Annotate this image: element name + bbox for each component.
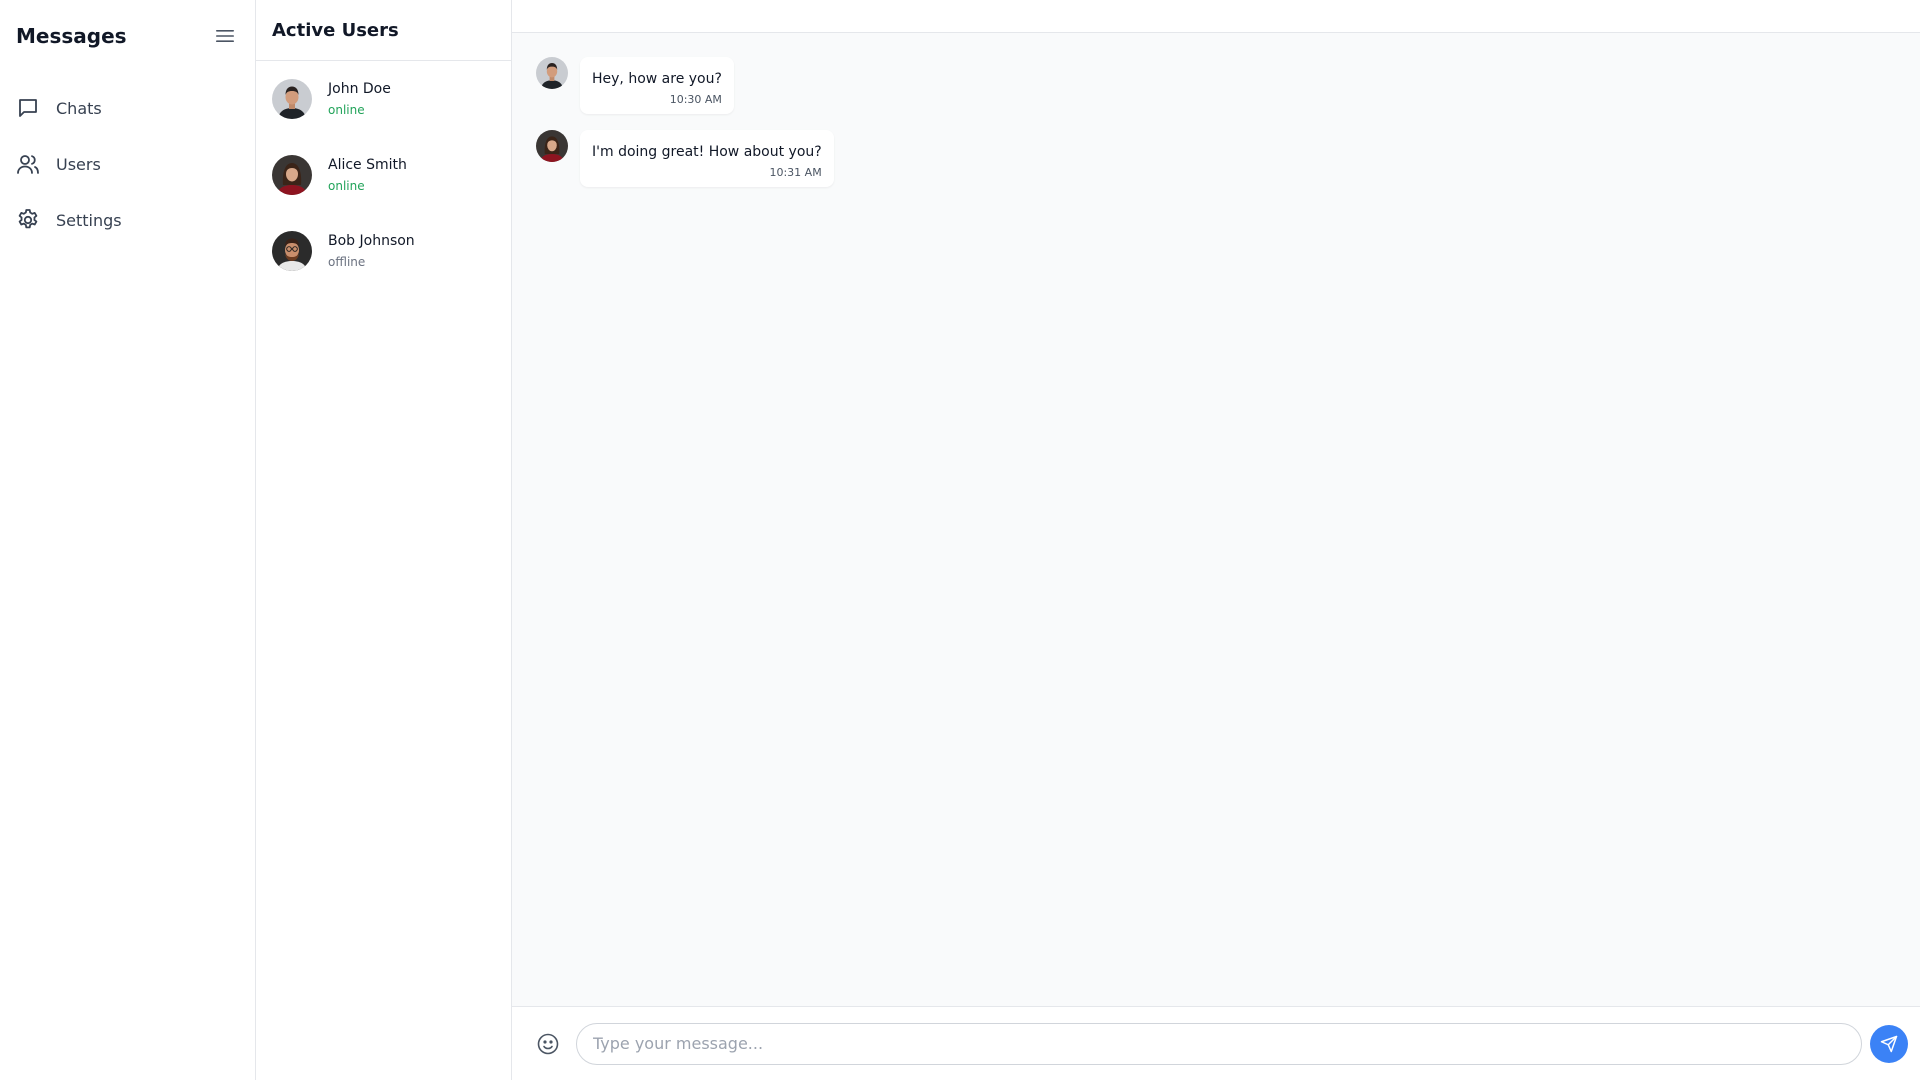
app-root: Messages Chats Users Settings Active Use… (0, 0, 1920, 1080)
avatar (272, 155, 312, 195)
send-button[interactable] (1870, 1024, 1908, 1063)
avatar (536, 130, 568, 162)
user-list-item[interactable]: John Doe online (256, 61, 511, 137)
message-item: I'm doing great! How about you? 10:31 AM (536, 130, 1896, 187)
sidebar-header: Messages (0, 0, 255, 72)
message-text: I'm doing great! How about you? (592, 144, 822, 160)
send-icon (1880, 1035, 1898, 1052)
sidebar-item-label: Users (56, 154, 101, 174)
sidebar-item-label: Settings (56, 210, 122, 230)
sidebar-item-label: Chats (56, 98, 102, 118)
user-status: online (328, 103, 365, 117)
sidebar: Messages Chats Users Settings (0, 0, 256, 1080)
sidebar-nav: Chats Users Settings (0, 72, 255, 252)
user-status: online (328, 179, 365, 193)
message-item: Hey, how are you? 10:30 AM (536, 57, 1896, 114)
users-panel-title: Active Users (272, 19, 399, 41)
sidebar-item-settings[interactable]: Settings (8, 196, 247, 244)
user-name: John Doe (328, 81, 391, 97)
avatar (536, 57, 568, 89)
message-time: 10:31 AM (769, 166, 822, 179)
message-bubble: Hey, how are you? 10:30 AM (580, 57, 734, 114)
chat-area: Hey, how are you? 10:30 AM I'm doing gre… (512, 0, 1920, 1080)
avatar (272, 231, 312, 271)
users-panel-header: Active Users (256, 0, 511, 61)
sidebar-item-users[interactable]: Users (8, 140, 247, 188)
user-name: Bob Johnson (328, 233, 415, 249)
message-time: 10:30 AM (669, 93, 722, 106)
message-composer (512, 1006, 1920, 1080)
hamburger-menu-icon[interactable] (211, 22, 239, 50)
message-text: Hey, how are you? (592, 71, 722, 87)
user-list-item[interactable]: Bob Johnson offline (256, 213, 511, 289)
message-input[interactable] (576, 1022, 1862, 1065)
sidebar-title: Messages (16, 24, 127, 48)
message-list: Hey, how are you? 10:30 AM I'm doing gre… (512, 33, 1920, 1006)
user-info: Bob Johnson offline (328, 231, 415, 271)
user-list-item[interactable]: Alice Smith online (256, 137, 511, 213)
smiley-icon[interactable] (536, 1032, 560, 1056)
users-icon (16, 152, 40, 176)
user-info: John Doe online (328, 79, 391, 119)
users-panel: Active Users John Doe online Alice Smith… (256, 0, 512, 1080)
message-bubble: I'm doing great! How about you? 10:31 AM (580, 130, 834, 187)
avatar (272, 79, 312, 119)
user-status: offline (328, 255, 366, 269)
chat-bubble-icon (16, 96, 40, 120)
chat-header (512, 0, 1920, 33)
sidebar-item-chats[interactable]: Chats (8, 84, 247, 132)
user-info: Alice Smith online (328, 155, 407, 195)
gear-icon (16, 208, 40, 232)
user-name: Alice Smith (328, 157, 407, 173)
